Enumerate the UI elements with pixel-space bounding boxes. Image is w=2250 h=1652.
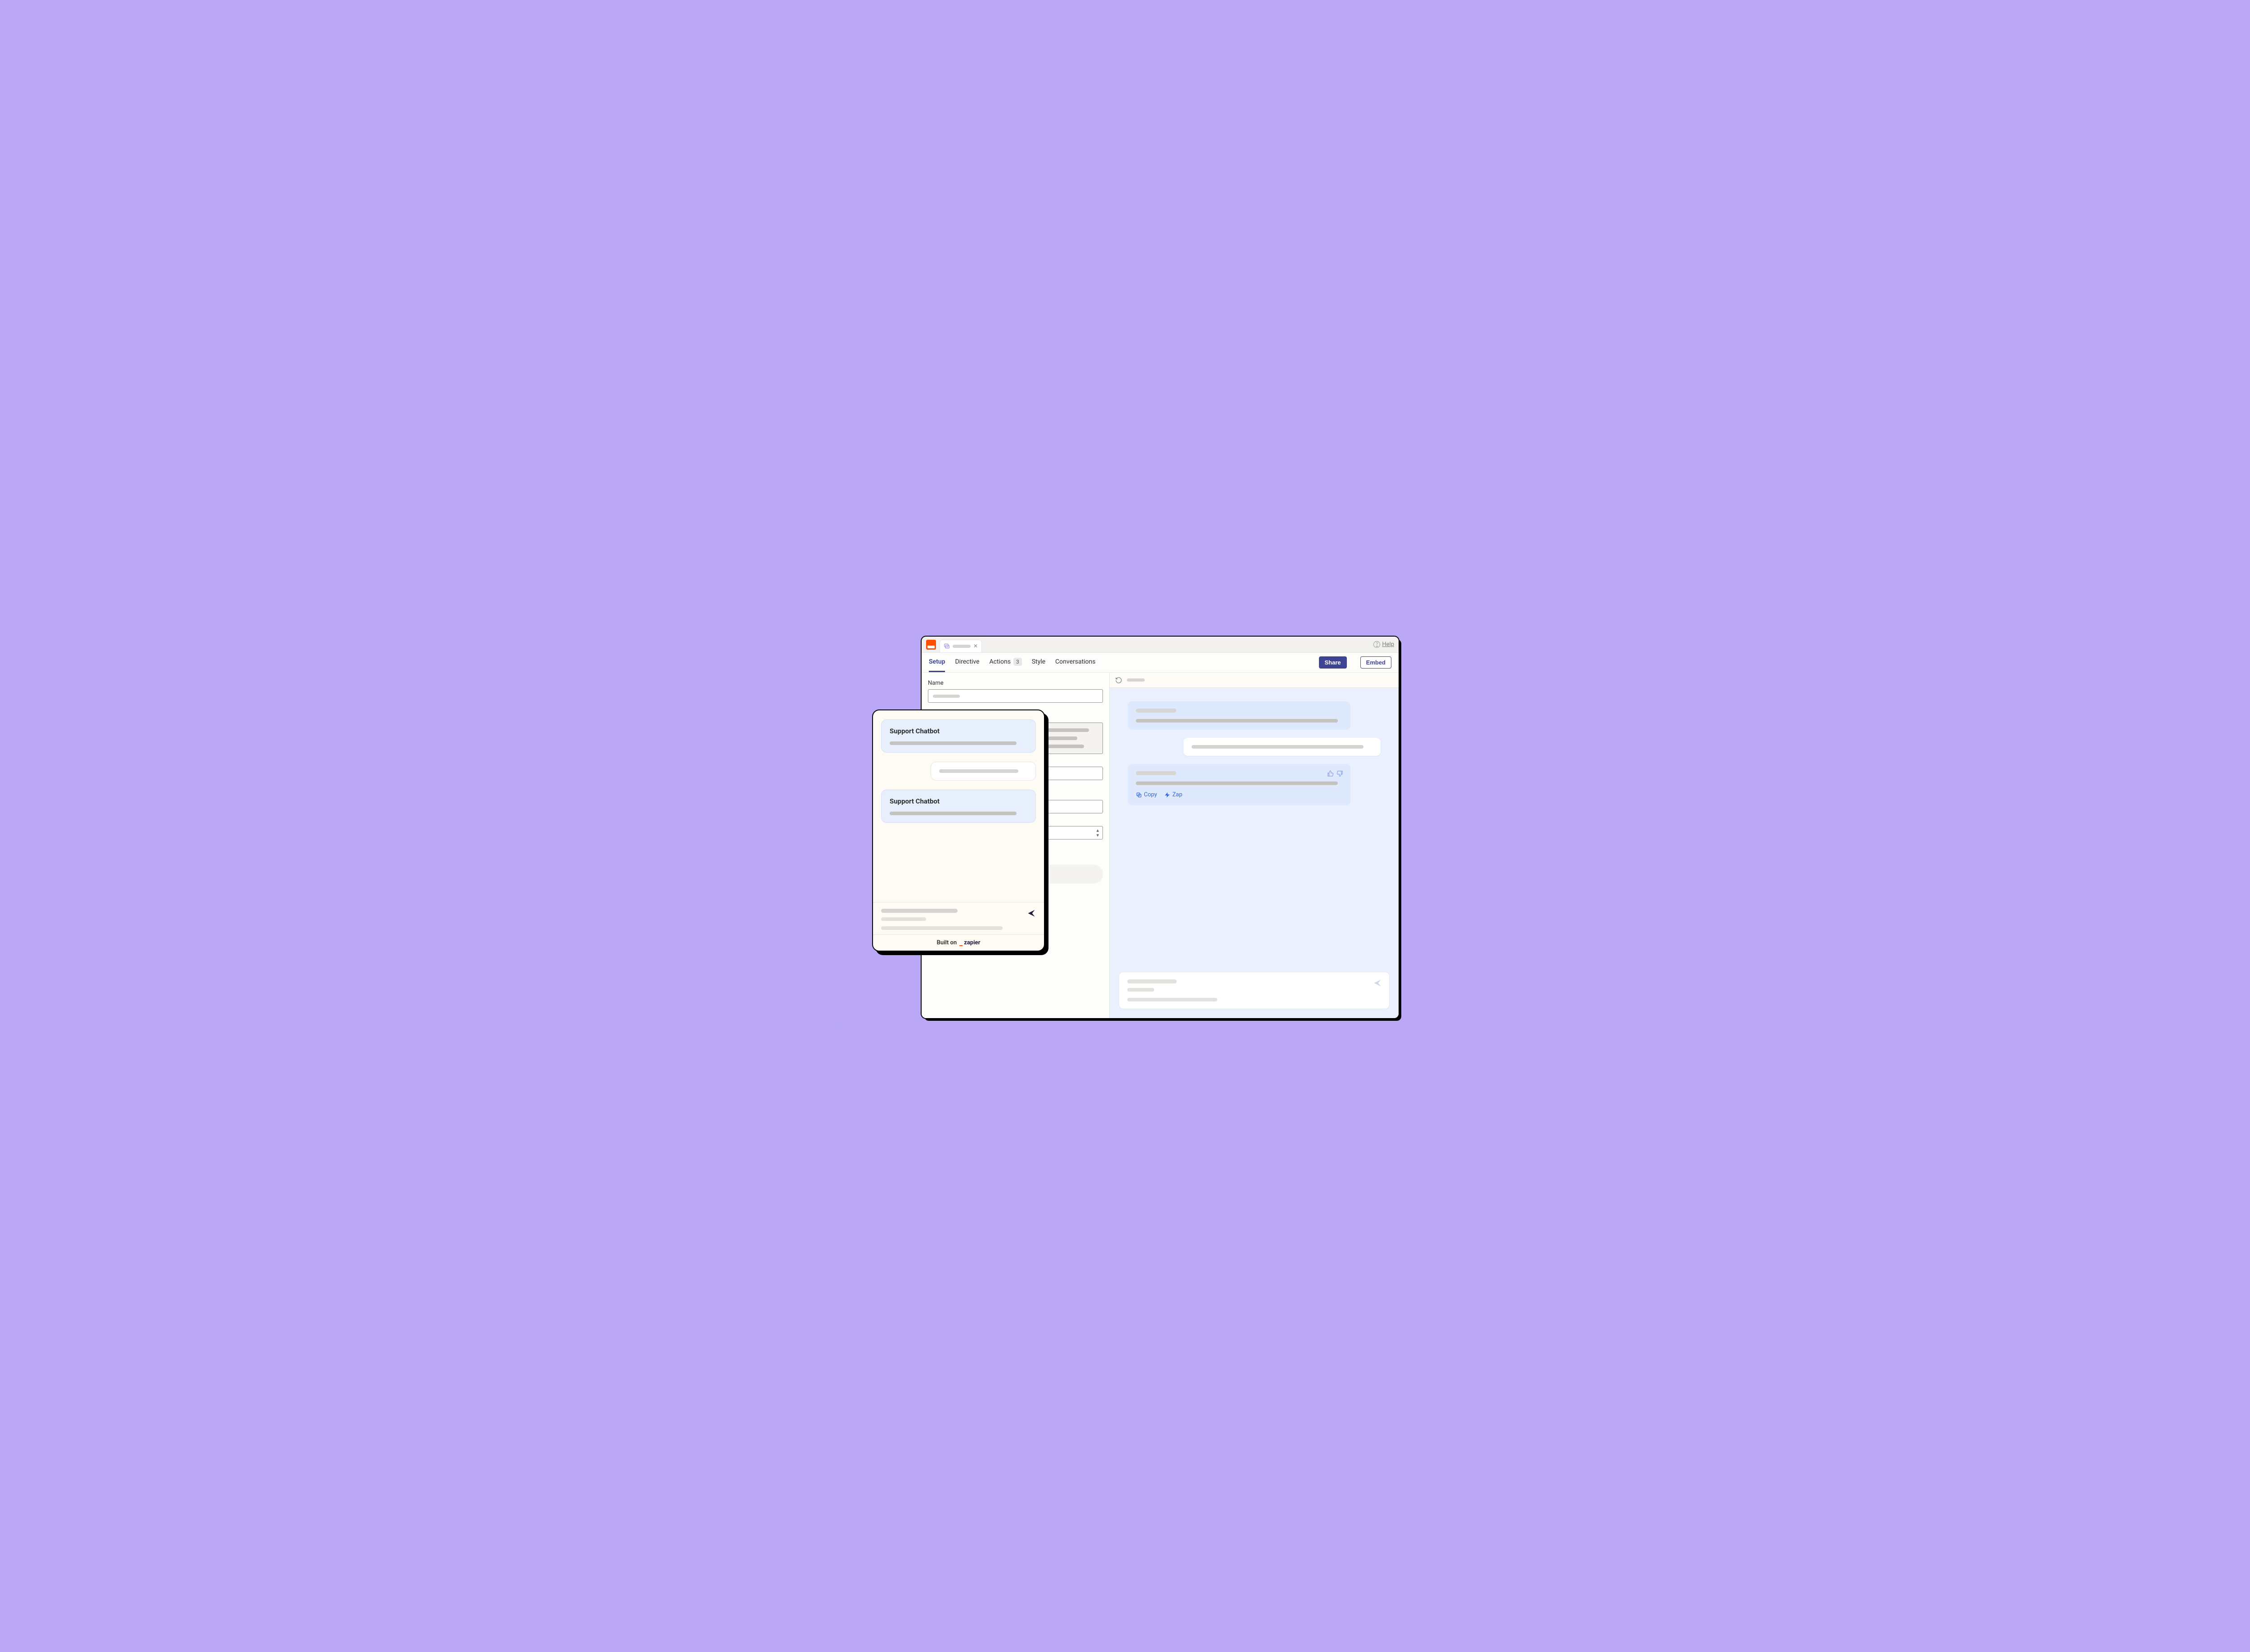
topbar: ✕ ? Help (922, 637, 1399, 653)
placeholder-line (1192, 745, 1364, 749)
copy-label: Copy (1144, 791, 1157, 798)
chat-thread: Copy Zap (1110, 688, 1399, 972)
embed-button[interactable]: Embed (1360, 656, 1391, 669)
placeholder-line (890, 812, 1017, 815)
bot-name: Support Chatbot (890, 727, 1027, 735)
tab-title-placeholder (953, 645, 971, 648)
tab-conversations-label: Conversations (1055, 658, 1095, 665)
thumbs-up-icon[interactable] (1327, 770, 1334, 777)
placeholder-line (933, 695, 960, 698)
user-message (931, 762, 1036, 781)
tab-actions[interactable]: Actions 3 (990, 653, 1022, 672)
zap-label: Zap (1172, 791, 1182, 798)
user-message (1184, 738, 1381, 756)
bot-message: Copy Zap (1128, 764, 1350, 805)
placeholder-line (881, 909, 958, 913)
placeholder-line (1136, 709, 1176, 713)
zapier-underscore-icon: _ (959, 941, 963, 945)
chat-icon (944, 643, 950, 649)
refresh-icon[interactable] (1115, 677, 1122, 684)
feedback-icons (1327, 770, 1343, 777)
widget-body: Support Chatbot Support Chatbot (873, 710, 1044, 902)
footer-prefix: Built on (937, 939, 957, 946)
nav-tabs: Setup Directive Actions 3 Style Conversa… (922, 653, 1399, 673)
placeholder-line (890, 741, 1017, 745)
tab-setup-label: Setup (929, 658, 945, 665)
widget-footer: Built on _ zapier (873, 934, 1044, 951)
help-link[interactable]: ? Help (1373, 641, 1394, 648)
placeholder-line (1127, 998, 1217, 1001)
bot-name: Support Chatbot (890, 797, 1027, 805)
tab-conversations[interactable]: Conversations (1055, 653, 1095, 672)
chat-widget: Support Chatbot Support Chatbot Built on… (872, 709, 1045, 952)
bot-message (1128, 701, 1350, 730)
actions-count-badge: 3 (1013, 658, 1022, 666)
zap-action[interactable]: Zap (1164, 791, 1182, 798)
name-input[interactable] (928, 689, 1103, 703)
tab-actions-label: Actions (990, 658, 1011, 665)
placeholder-line (1127, 979, 1177, 983)
tab-directive[interactable]: Directive (955, 653, 979, 672)
placeholder-line (1127, 988, 1154, 992)
tab[interactable]: ✕ (940, 640, 982, 652)
zapier-logo[interactable]: _ zapier (959, 939, 980, 946)
name-label: Name (928, 680, 1103, 687)
bot-message: Support Chatbot (881, 790, 1036, 823)
share-button[interactable]: Share (1319, 656, 1347, 669)
chat-input[interactable] (1119, 972, 1390, 1009)
thumbs-down-icon[interactable] (1336, 770, 1343, 777)
widget-input[interactable] (873, 902, 1044, 934)
send-icon[interactable] (1027, 909, 1036, 918)
chat-preview-panel: Copy Zap (1110, 673, 1399, 1018)
placeholder-line (1136, 781, 1338, 785)
help-icon: ? (1373, 641, 1380, 648)
tab-directive-label: Directive (955, 658, 979, 665)
help-label: Help (1382, 641, 1394, 648)
placeholder-line (881, 917, 926, 921)
placeholder-line (1136, 771, 1176, 775)
copy-action[interactable]: Copy (1136, 791, 1157, 798)
chevron-updown-icon: ▴▾ (1096, 828, 1099, 838)
app-logo[interactable] (926, 640, 936, 650)
zap-icon (1164, 792, 1170, 798)
close-icon[interactable]: ✕ (973, 643, 978, 649)
placeholder-line (881, 926, 1003, 930)
bot-message: Support Chatbot (881, 719, 1036, 753)
placeholder-line (939, 769, 1018, 773)
copy-icon (1136, 792, 1142, 798)
send-icon[interactable] (1373, 979, 1382, 988)
tab-style-label: Style (1032, 658, 1045, 665)
tab-setup[interactable]: Setup (929, 653, 945, 672)
tab-style[interactable]: Style (1032, 653, 1045, 672)
placeholder-line (1136, 719, 1338, 723)
preview-header (1110, 673, 1399, 688)
footer-brand: zapier (964, 939, 980, 946)
placeholder-line (1127, 678, 1145, 682)
